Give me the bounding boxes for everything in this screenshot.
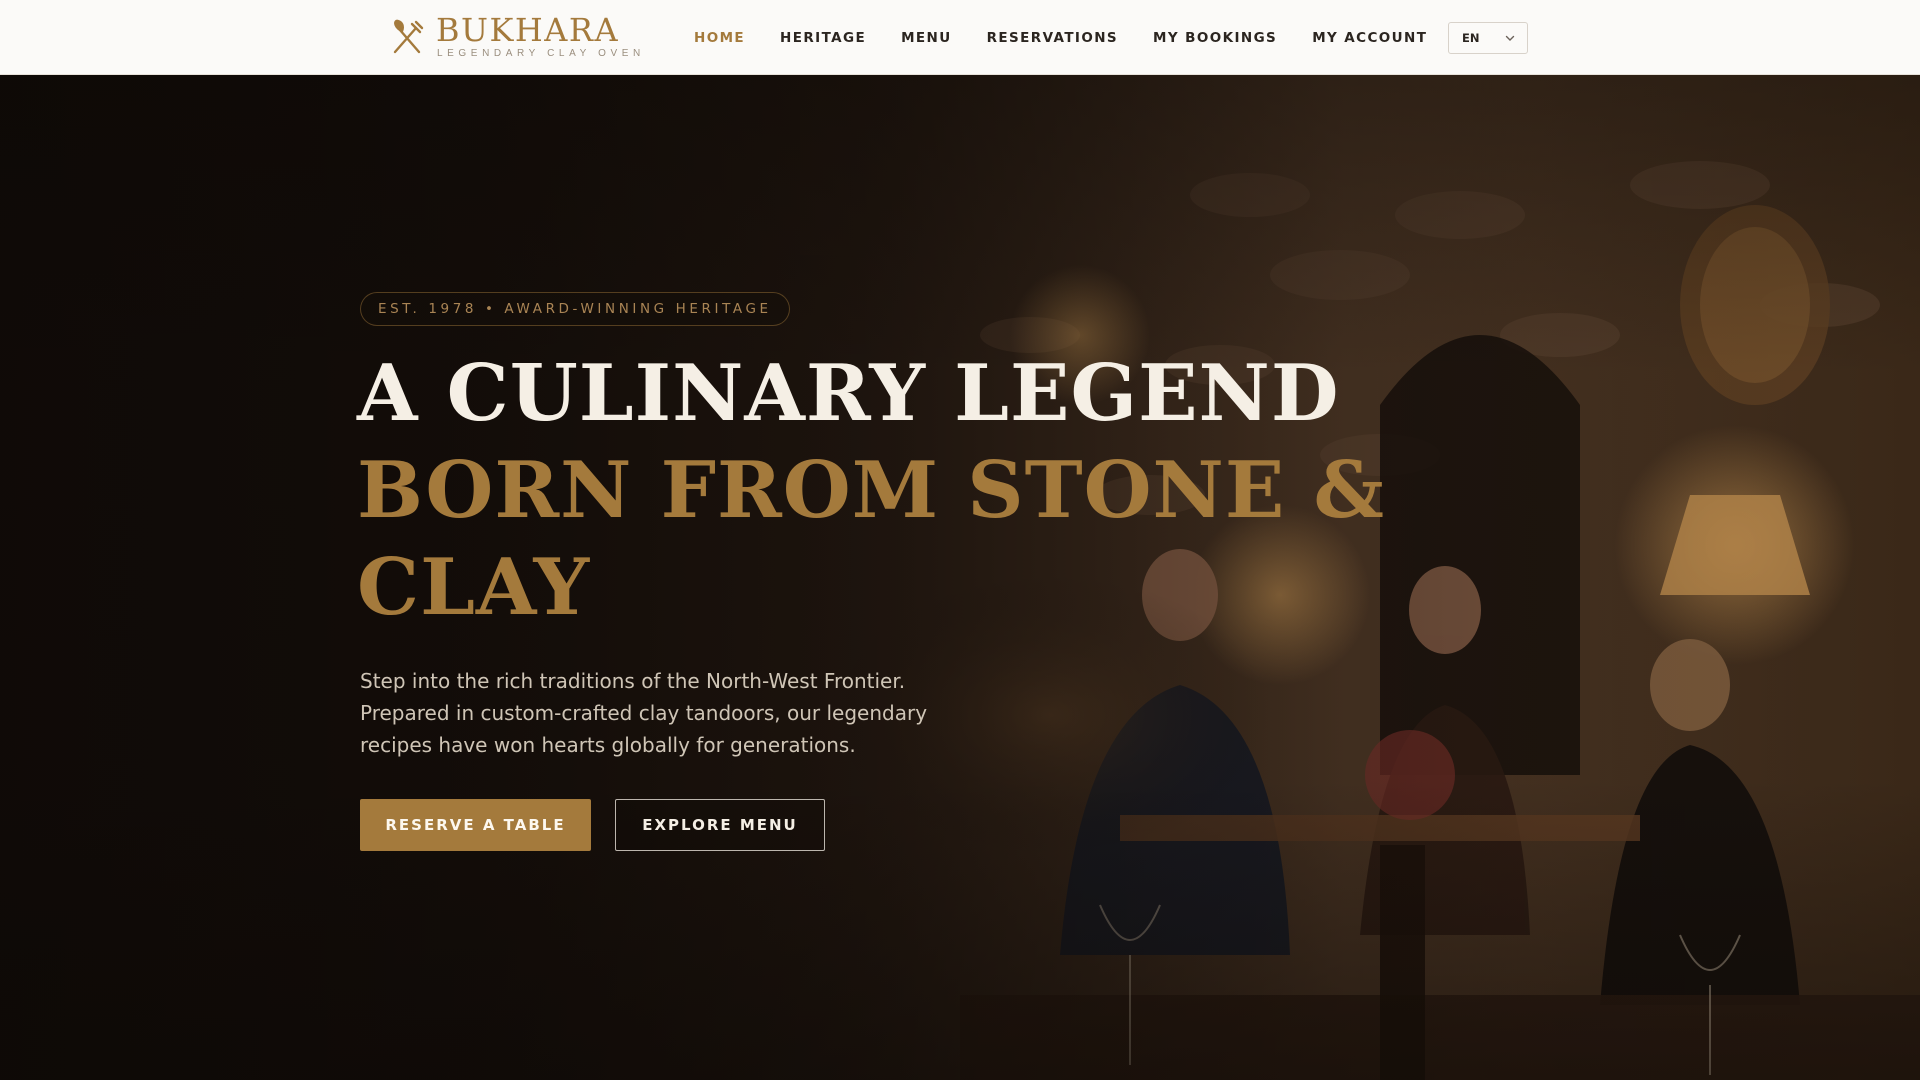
hero-content: EST. 1978 • AWARD-WINNING HERITAGE A CUL… xyxy=(357,75,1560,1080)
hero-section: EST. 1978 • AWARD-WINNING HERITAGE A CUL… xyxy=(0,75,1920,1080)
hero-headline: A CULINARY LEGEND BORN FROM STONE & CLAY xyxy=(357,345,1557,636)
nav-item-home[interactable]: HOME xyxy=(694,30,745,46)
brand-tagline: LEGENDARY CLAY OVEN xyxy=(437,48,645,59)
headline-line-3: CLAY xyxy=(357,542,591,633)
site-header: BUKHARA LEGENDARY CLAY OVEN HOME HERITAG… xyxy=(0,0,1920,75)
nav-item-my-account[interactable]: MY ACCOUNT xyxy=(1312,30,1427,46)
chevron-down-icon xyxy=(1505,35,1515,41)
reserve-table-button[interactable]: RESERVE A TABLE xyxy=(360,799,591,851)
nav-item-menu[interactable]: MENU xyxy=(901,30,952,46)
nav-item-my-bookings[interactable]: MY BOOKINGS xyxy=(1153,30,1277,46)
hero-intro-text: Step into the rich traditions of the Nor… xyxy=(360,669,928,757)
crossed-utensils-icon xyxy=(393,19,424,54)
language-select[interactable]: EN xyxy=(1448,22,1528,54)
headline-line-2: BORN FROM STONE & xyxy=(357,445,1385,536)
nav-item-heritage[interactable]: HERITAGE xyxy=(780,30,866,46)
heritage-badge: EST. 1978 • AWARD-WINNING HERITAGE xyxy=(360,292,790,326)
main-nav: HOME HERITAGE MENU RESERVATIONS MY BOOKI… xyxy=(694,0,1427,75)
language-value: EN xyxy=(1462,31,1480,45)
explore-menu-button[interactable]: EXPLORE MENU xyxy=(615,799,825,851)
nav-item-reservations[interactable]: RESERVATIONS xyxy=(987,30,1118,46)
heritage-badge-text: EST. 1978 • AWARD-WINNING HERITAGE xyxy=(378,301,772,317)
headline-line-1: A CULINARY LEGEND xyxy=(357,348,1340,439)
brand-name: BUKHARA xyxy=(436,11,620,49)
